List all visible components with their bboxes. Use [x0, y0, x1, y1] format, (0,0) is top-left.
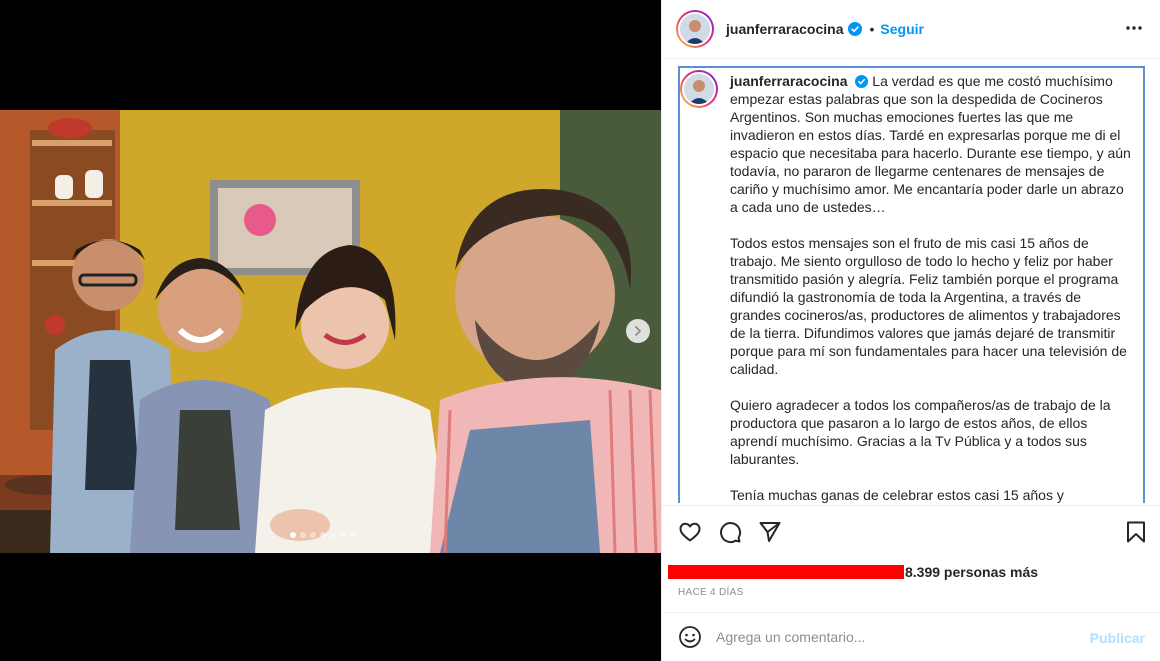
carousel-dot: [290, 532, 296, 538]
avatar-image: [684, 74, 714, 104]
author-username[interactable]: juanferraracocina: [726, 21, 844, 37]
carousel-dot: [350, 532, 356, 538]
carousel-dot: [300, 532, 306, 538]
carousel-dot: [320, 532, 326, 538]
post-photo-illustration: [0, 110, 661, 553]
avatar-image: [680, 14, 710, 44]
action-bar: [662, 505, 1160, 557]
chevron-right-icon: [635, 326, 642, 336]
share-icon[interactable]: [758, 520, 782, 544]
verified-badge-icon: [855, 75, 869, 88]
likes-count[interactable]: 8.399 personas más: [905, 564, 1038, 580]
comment-icon[interactable]: [718, 520, 742, 544]
carousel-next-button[interactable]: [626, 319, 650, 343]
caption-paragraph: Tenía muchas ganas de celebrar estos cas…: [730, 487, 1064, 503]
verified-badge-icon: [847, 22, 862, 36]
publish-button[interactable]: Publicar: [1090, 630, 1145, 646]
more-options-icon[interactable]: [1125, 18, 1143, 38]
caption-paragraph: Quiero agradecer a todos los compañeros/…: [730, 397, 1111, 467]
carousel-dot: [340, 532, 346, 538]
follow-button[interactable]: Seguir: [880, 21, 924, 37]
separator-bullet: •: [869, 21, 875, 37]
emoji-icon[interactable]: [678, 625, 702, 649]
bookmark-icon[interactable]: [1125, 520, 1147, 544]
caption-paragraph: La verdad es que me costó muchísimo empe…: [730, 73, 1131, 215]
comment-input[interactable]: [716, 629, 1076, 645]
caption-username[interactable]: juanferraracocina: [730, 73, 848, 89]
post-header: juanferraracocina • Seguir: [662, 0, 1160, 59]
carousel-dot: [330, 532, 336, 538]
author-avatar[interactable]: [676, 10, 714, 48]
carousel-dot: [310, 532, 316, 538]
caption-author-avatar[interactable]: [680, 70, 718, 108]
media-pane: [0, 0, 661, 661]
post-photo: [0, 110, 661, 553]
instagram-post-view: juanferraracocina • Seguir juanferraraco…: [0, 0, 1160, 661]
heart-icon[interactable]: [678, 520, 702, 544]
carousel-dots: [290, 532, 356, 538]
comment-composer: Publicar: [662, 612, 1160, 661]
post-timestamp[interactable]: HACE 4 DÍAS: [678, 587, 744, 598]
caption-paragraph: Todos estos mensajes son el fruto de mis…: [730, 235, 1127, 377]
post-details-panel: juanferraracocina • Seguir juanferraraco…: [661, 0, 1160, 661]
caption-text: juanferraracocina La verdad es que me co…: [730, 72, 1135, 503]
caption-area[interactable]: juanferraracocina La verdad es que me co…: [678, 66, 1145, 503]
redaction-bar: [668, 565, 904, 579]
